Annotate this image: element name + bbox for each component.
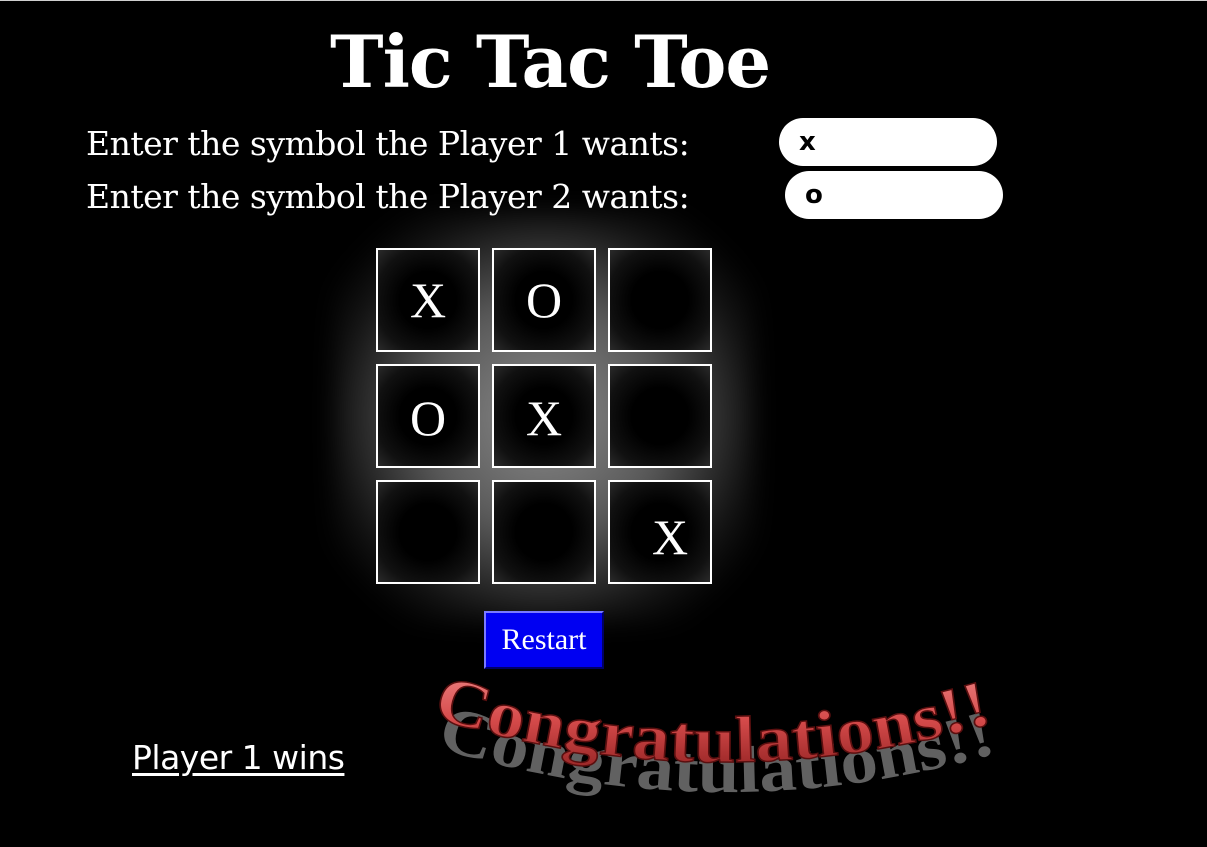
player1-symbol-input[interactable] (779, 118, 997, 166)
board-cell-6[interactable] (608, 364, 712, 468)
player2-symbol-input[interactable] (785, 171, 1003, 219)
board-cell-9[interactable]: X (608, 480, 712, 584)
board-cell-8[interactable] (492, 480, 596, 584)
board-cell-3[interactable] (608, 248, 712, 352)
board-cell-2[interactable]: O (492, 248, 596, 352)
page-title: Tic Tac Toe (330, 19, 771, 104)
player2-prompt: Enter the symbol the Player 2 wants: (86, 177, 690, 216)
winner-status: Player 1 wins (132, 738, 345, 777)
board-cell-4[interactable]: O (376, 364, 480, 468)
player1-prompt: Enter the symbol the Player 1 wants: (86, 124, 690, 163)
restart-button[interactable]: Restart (484, 611, 604, 669)
congratulations-banner: Congratulations!! Congratulations!! (427, 662, 1002, 807)
game-board: X O O X X (376, 248, 712, 584)
top-border (0, 0, 1207, 1)
board-cell-1[interactable]: X (376, 248, 480, 352)
board-cell-7[interactable] (376, 480, 480, 584)
board-cell-5[interactable]: X (492, 364, 596, 468)
